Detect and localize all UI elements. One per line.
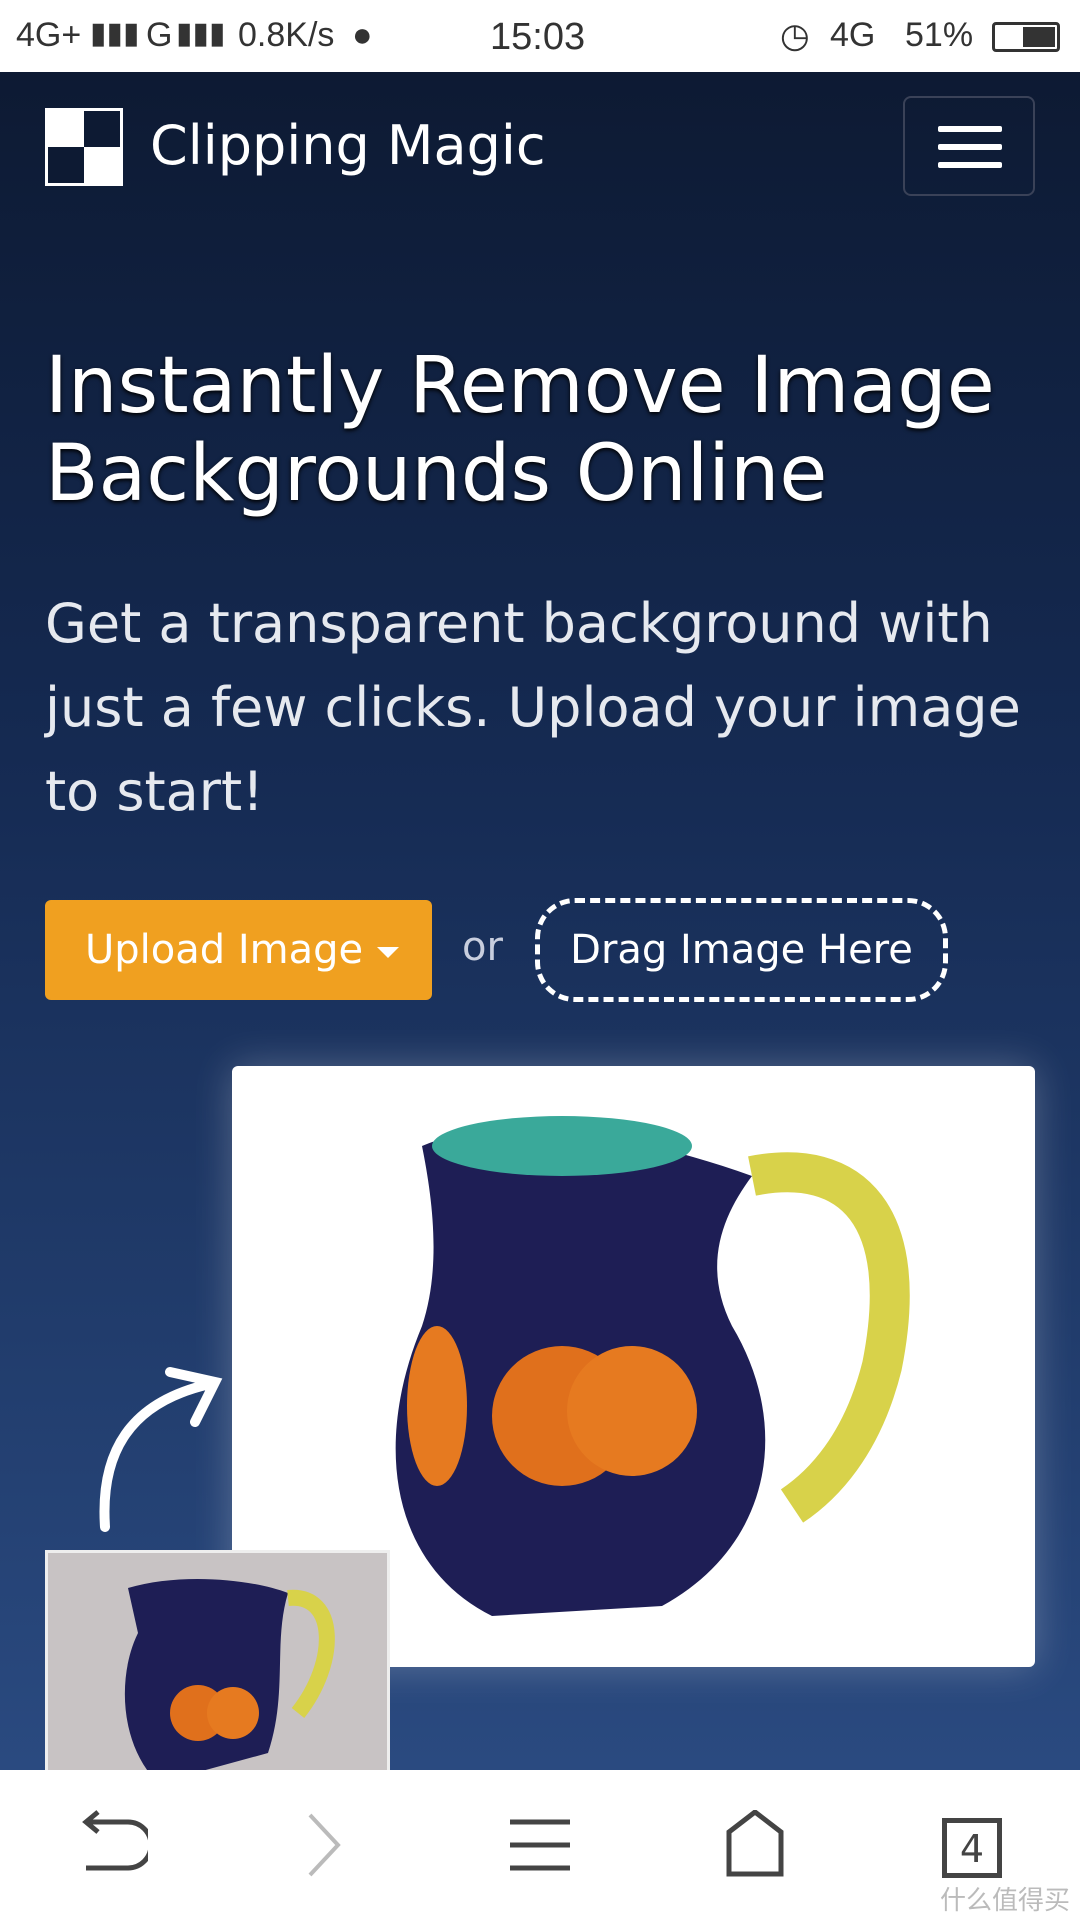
brand-name[interactable]: Clipping Magic: [150, 114, 546, 177]
arrow-icon: [99, 1367, 223, 1532]
network-label: 4G+: [16, 16, 82, 54]
subtitle: Get a transparent background with just a…: [45, 592, 1021, 823]
browser-bottom-bar: 4 什么值得买: [0, 1770, 1080, 1920]
signal-icon: ▮▮▮: [90, 17, 140, 50]
watermark: 什么值得买: [940, 1886, 1071, 1916]
drag-drop-zone[interactable]: Drag Image Here: [535, 898, 948, 1002]
page: Clipping Magic Instantly Remove Image Ba…: [0, 72, 1080, 1770]
menu-button[interactable]: [903, 96, 1035, 196]
network-label-3: 4G: [830, 16, 876, 54]
alarm-icon: ◷: [780, 17, 810, 55]
wechat-icon: ●: [352, 16, 373, 54]
page-title: Instantly Remove Image Backgrounds Onlin…: [45, 341, 995, 519]
tabs-button[interactable]: 4: [942, 1818, 1002, 1878]
battery-label: 51%: [905, 16, 974, 54]
logo-icon[interactable]: [45, 108, 123, 186]
tabs-count: 4: [959, 1827, 985, 1871]
upload-label: Upload Image: [85, 927, 364, 973]
network-label-2: G: [146, 16, 173, 54]
back-icon[interactable]: [78, 1810, 148, 1880]
original-thumbnail: [45, 1550, 390, 1770]
or-label: or: [462, 924, 503, 970]
battery-icon: [992, 22, 1060, 52]
upload-image-button[interactable]: Upload Image: [45, 900, 432, 1000]
forward-icon[interactable]: [300, 1810, 350, 1880]
status-bar: 4G+ ▮▮▮ G ▮▮▮ 0.8K/s ● 15:03 ◷ 4G 51%: [0, 0, 1080, 72]
clock: 15:03: [490, 16, 586, 58]
home-icon[interactable]: [725, 1810, 785, 1880]
speed-label: 0.8K/s: [238, 16, 335, 54]
signal-icon-2: ▮▮▮: [176, 17, 226, 50]
menu-icon[interactable]: [508, 1810, 572, 1880]
caret-down-icon: [377, 946, 400, 958]
